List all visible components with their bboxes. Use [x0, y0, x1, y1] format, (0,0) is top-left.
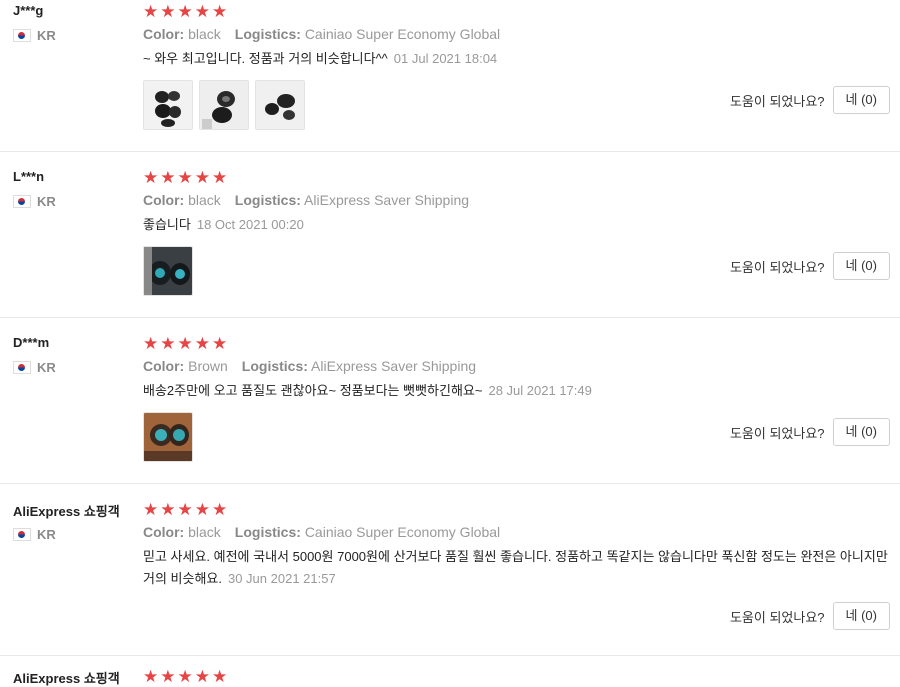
color-label: Color:	[143, 26, 185, 42]
color-value: black	[188, 26, 221, 42]
review-text: 배송2주만에 오고 품질도 괜찮아요~ 정품보다는 뻣뻣하긴해요~	[143, 383, 483, 398]
review-date: 18 Oct 2021 00:20	[196, 217, 304, 232]
helpful-yes-button[interactable]: 네 (0)	[832, 418, 890, 446]
review-text: ~ 와우 최고입니다. 정품과 거의 비슷합니다^^	[143, 51, 388, 66]
helpful-section: 도움이 되었나요? 네 (0)	[730, 252, 890, 280]
country-code: KR	[37, 360, 56, 375]
color-label: Color:	[143, 358, 185, 374]
star-rating: ★★★★★	[143, 334, 230, 353]
review-divider	[0, 317, 900, 318]
logistics-value: Cainiao Super Economy Global	[304, 524, 501, 540]
helpful-question: 도움이 되었나요?	[729, 93, 825, 109]
helpful-question: 도움이 되었나요?	[729, 425, 825, 441]
color-value: Brown	[188, 358, 228, 374]
star-rating: ★★★★★	[143, 500, 230, 519]
review-photo[interactable]	[143, 246, 193, 296]
star-rating: ★★★★★	[143, 168, 230, 187]
reviewer-country: KR	[13, 28, 56, 43]
reviewer-country: KR	[13, 360, 56, 375]
country-code: KR	[37, 194, 56, 209]
review-photo[interactable]	[199, 80, 249, 130]
review-photo[interactable]	[143, 80, 193, 130]
helpful-question: 도움이 되었나요?	[729, 609, 825, 625]
korea-flag-icon	[13, 195, 31, 208]
review-content: ~ 와우 최고입니다. 정품과 거의 비슷합니다^^ 01 Jul 2021 18…	[143, 48, 888, 70]
helpful-yes-button[interactable]: 네 (0)	[832, 602, 890, 630]
review-attributes: Color: Brown Logistics: AliExpress Saver …	[143, 358, 476, 374]
review-divider	[0, 655, 900, 656]
reviewer-name: AliExpress 쇼핑객	[13, 504, 120, 519]
country-code: KR	[37, 527, 56, 542]
reviewer-country: KR	[13, 527, 56, 542]
review-photo[interactable]	[143, 412, 193, 462]
color-label: Color:	[143, 192, 185, 208]
review-date: 01 Jul 2021 18:04	[393, 51, 498, 66]
logistics-label: Logistics:	[234, 524, 301, 540]
review-content: 좋습니다 18 Oct 2021 00:20	[143, 214, 888, 236]
review-photo[interactable]	[255, 80, 305, 130]
review-photos	[143, 246, 193, 296]
logistics-value: Cainiao Super Economy Global	[304, 26, 501, 42]
review-date: 28 Jul 2021 17:49	[488, 383, 592, 398]
color-label: Color:	[143, 524, 185, 540]
helpful-section: 도움이 되었나요? 네 (0)	[730, 418, 890, 446]
helpful-section: 도움이 되었나요? 네 (0)	[730, 86, 890, 114]
review-divider	[0, 483, 900, 484]
reviewer-country: KR	[13, 194, 56, 209]
review-content: 배송2주만에 오고 품질도 괜찮아요~ 정품보다는 뻣뻣하긴해요~ 28 Jul …	[143, 380, 888, 402]
review-text: 좋습니다	[143, 217, 191, 232]
review-attributes: Color: black Logistics: Cainiao Super Eco…	[143, 26, 500, 42]
star-rating: ★★★★★	[143, 667, 230, 686]
review-attributes: Color: black Logistics: Cainiao Super Eco…	[143, 524, 500, 540]
color-value: black	[188, 524, 221, 540]
reviewer-name: L***n	[13, 169, 45, 184]
logistics-label: Logistics:	[234, 192, 301, 208]
review-content: 믿고 사세요. 예전에 국내서 5000원 7000원에 산거보다 품질 훨씬 …	[143, 546, 888, 590]
review-date: 30 Jun 2021 21:57	[227, 571, 336, 586]
logistics-value: AliExpress Saver Shipping	[311, 358, 477, 374]
korea-flag-icon	[13, 29, 31, 42]
reviewer-name: J***g	[13, 3, 44, 18]
korea-flag-icon	[13, 361, 31, 374]
helpful-question: 도움이 되었나요?	[729, 259, 825, 275]
review-photos	[143, 80, 305, 130]
helpful-section: 도움이 되었나요? 네 (0)	[730, 602, 890, 630]
korea-flag-icon	[13, 528, 31, 541]
star-rating: ★★★★★	[143, 2, 230, 21]
country-code: KR	[37, 28, 56, 43]
review-attributes: Color: black Logistics: AliExpress Saver …	[143, 192, 469, 208]
color-value: black	[188, 192, 221, 208]
helpful-yes-button[interactable]: 네 (0)	[832, 86, 890, 114]
review-photos	[143, 412, 193, 462]
logistics-label: Logistics:	[234, 26, 301, 42]
reviewer-name: AliExpress 쇼핑객	[13, 671, 120, 686]
helpful-yes-button[interactable]: 네 (0)	[832, 252, 890, 280]
review-divider	[0, 151, 900, 152]
reviewer-name: D***m	[13, 335, 50, 350]
logistics-value: AliExpress Saver Shipping	[304, 192, 470, 208]
logistics-label: Logistics:	[241, 358, 308, 374]
